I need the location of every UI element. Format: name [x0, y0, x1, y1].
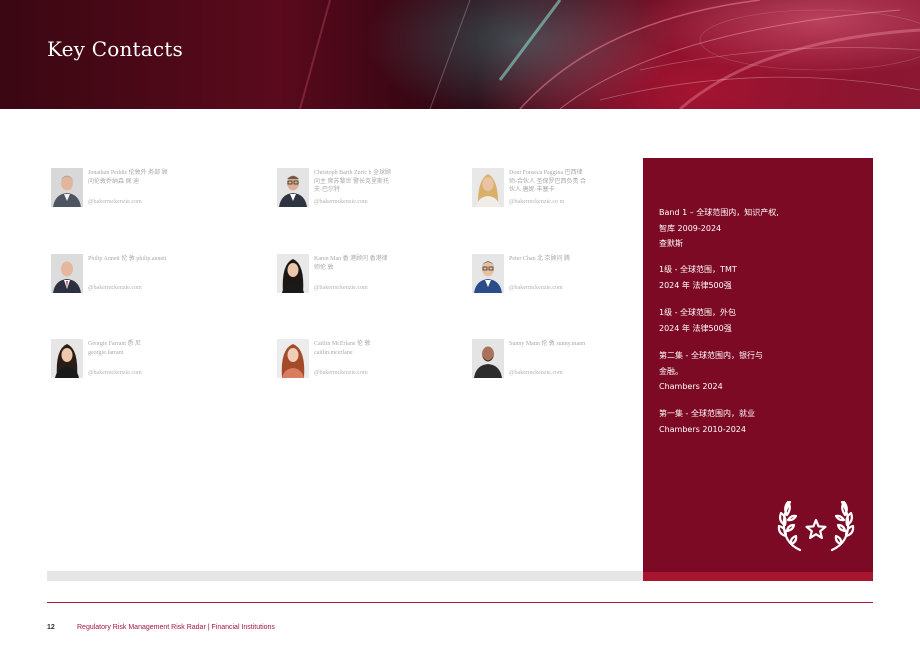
contact-email[interactable]: @bakermckenzie.com — [88, 198, 188, 206]
man-suit-icon — [51, 254, 83, 293]
award-line: 2024 年 法律500强 — [659, 323, 732, 333]
man-beard-icon — [472, 339, 504, 378]
contact-name: Doni Fonseca Paggina 巴西律 师-合伙人 圣保罗巴西负责 合… — [509, 170, 586, 194]
contact-email[interactable]: @bakermckenzie.com — [509, 284, 609, 292]
contact-email[interactable]: @bakermckenzie.com — [314, 369, 414, 377]
award-line: 第二集 - 全球范围内，银行与 — [659, 351, 763, 360]
contact-name: Philip Annett 伦 敦 philip.annett — [88, 256, 167, 262]
contact-name: Caitlin McErlane 伦 敦 caitlin.mcerlane — [314, 341, 371, 356]
contact-card: Doni Fonseca Paggina 巴西律 师-合伙人 圣保罗巴西负责 合… — [472, 168, 662, 212]
award-entry: 第一集 - 全球范围内，就业 Chambers 2010-2024 — [659, 406, 755, 437]
contact-name: Sunny Mann 伦 敦 sunny.mann — [509, 341, 586, 347]
footer-rule — [47, 602, 873, 603]
bottom-gray-bar — [47, 571, 643, 581]
man-gray-suit-icon — [51, 168, 83, 207]
award-entry: 第二集 - 全球范围内，银行与 金融。 Chambers 2024 — [659, 348, 763, 395]
contact-name: Jonathan Peddie 伦敦外 务部 顾问伦敦乔纳森 佩 迪 — [88, 170, 168, 185]
award-line: 金融。 — [659, 366, 683, 376]
man-glasses-blue-icon — [472, 254, 504, 293]
award-line: Chambers 2024 — [659, 382, 723, 391]
contact-email[interactable]: @bakermckenzie.com — [88, 284, 188, 292]
awards-panel-strip — [643, 572, 873, 581]
contact-card: Philip Annett 伦 敦 philip.annett @bakermc… — [51, 254, 241, 298]
page-number: 12 — [47, 624, 55, 631]
contact-name: Georgie Farrant 悉 尼 georgie.farrant — [88, 341, 142, 356]
laurel-star-icon — [776, 498, 856, 556]
hero-banner: Key Contacts — [0, 0, 920, 109]
contact-card: Jonathan Peddie 伦敦外 务部 顾问伦敦乔纳森 佩 迪 @bake… — [51, 168, 241, 212]
contact-name: Christoph Barth Zuric h 全球顾问主 席苏黎世 警长克里斯… — [314, 170, 391, 194]
contact-email[interactable]: @bakermckenzie.com — [509, 369, 609, 377]
award-entry: Band 1 – 全球范围内，知识产权, 智库 2009-2024 查默斯 — [659, 205, 779, 252]
contact-card: Peter Chan 北 京顾问 腾 @bakermckenzie.com — [472, 254, 662, 298]
contact-card: Karen Man 香 港顾问 香港律 师伦 敦 @bakermckenzie.… — [277, 254, 467, 298]
woman-blonde-icon — [472, 168, 504, 207]
contact-email[interactable]: @bakermckenzie.com — [88, 369, 188, 377]
woman-dark-long-hair-icon — [51, 339, 83, 378]
award-line: 第一集 - 全球范围内，就业 — [659, 409, 755, 418]
woman-dark-hair-icon — [277, 254, 309, 293]
award-entry: 1级 - 全球范围，外包 2024 年 法律500强 — [659, 305, 736, 336]
award-line: 查默斯 — [659, 239, 683, 248]
award-line: Band 1 – 全球范围内，知识产权, — [659, 208, 779, 217]
award-line: 2024 年 法律500强 — [659, 280, 732, 290]
footer-title: Regulatory Risk Management Risk Radar | … — [77, 624, 275, 631]
award-line: 智库 2009-2024 — [659, 223, 722, 233]
contact-email[interactable]: @bakermckenzie.co m — [509, 198, 609, 206]
award-line: 1级 - 全球范围，TMT — [659, 265, 737, 274]
contact-name: Peter Chan 北 京顾问 腾 — [509, 256, 570, 262]
page-title: Key Contacts — [47, 37, 183, 61]
award-line: Chambers 2010-2024 — [659, 424, 746, 434]
man-glasses-icon — [277, 168, 309, 207]
contact-card: Georgie Farrant 悉 尼 georgie.farrant @bak… — [51, 339, 241, 383]
contact-card: Caitlin McErlane 伦 敦 caitlin.mcerlane @b… — [277, 339, 467, 383]
woman-red-hair-icon — [277, 339, 309, 378]
contact-card: Sunny Mann 伦 敦 sunny.mann @bakermckenzie… — [472, 339, 662, 383]
award-line: 1级 - 全球范围，外包 — [659, 308, 737, 317]
award-entry: 1级 - 全球范围，TMT 2024 年 法律500强 — [659, 262, 737, 293]
contact-name: Karen Man 香 港顾问 香港律 师伦 敦 — [314, 256, 388, 271]
contact-email[interactable]: @bakermckenzie.com — [314, 198, 414, 206]
contact-email[interactable]: @bakermckenzie.com — [314, 284, 414, 292]
contact-card: Christoph Barth Zuric h 全球顾问主 席苏黎世 警长克里斯… — [277, 168, 467, 212]
